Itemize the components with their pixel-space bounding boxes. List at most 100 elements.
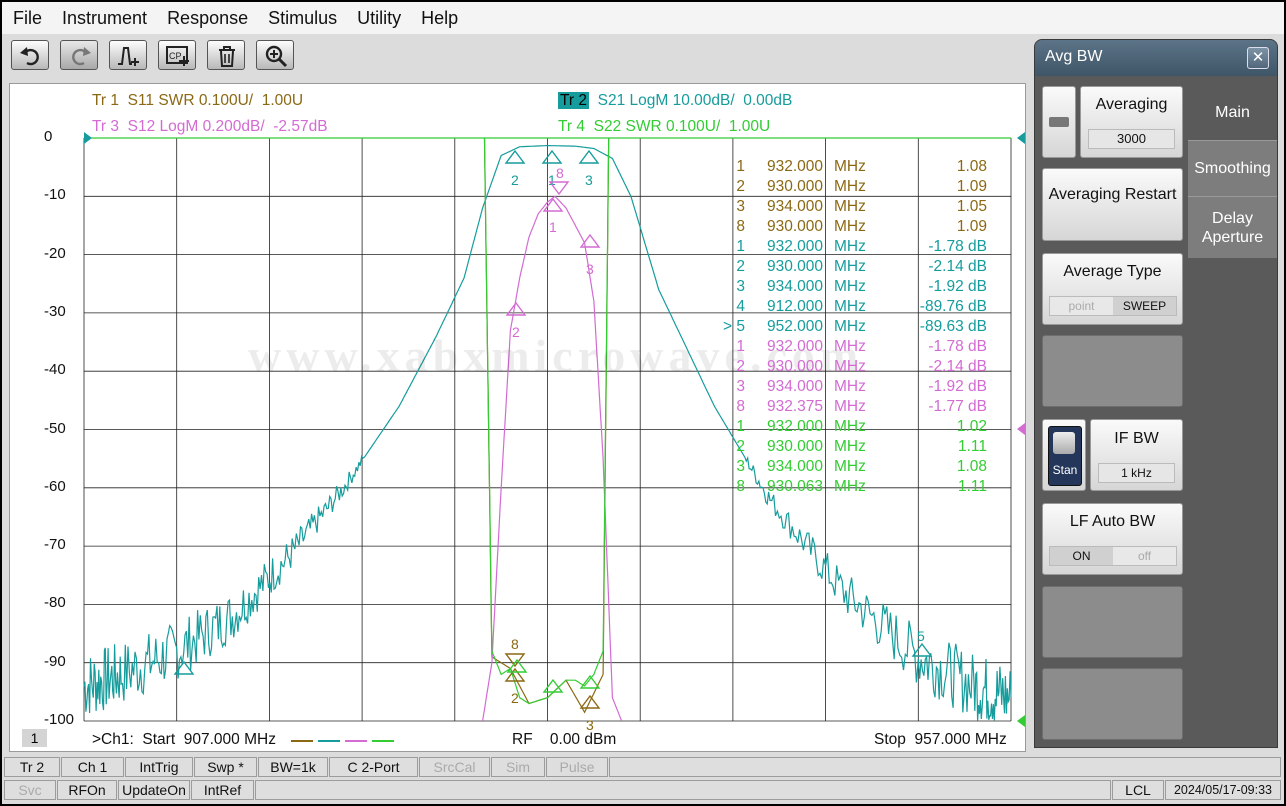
marker-row[interactable]: 1 932.000 MHz 1.08 — [705, 158, 995, 178]
trace-color-swatches — [291, 740, 394, 742]
marker-row[interactable]: 3 934.000 MHz -1.92 dB — [705, 378, 995, 398]
option-sweep[interactable]: SWEEP — [1113, 297, 1176, 315]
option-off[interactable]: off — [1113, 547, 1176, 565]
svg-text:5: 5 — [917, 628, 925, 644]
marker-symbol-tr2-1[interactable] — [541, 149, 563, 164]
averaging-value-field[interactable]: 3000 — [1088, 129, 1175, 149]
rf-power[interactable]: RF 0.00 dBm — [512, 731, 616, 749]
average-type-toggle[interactable]: point SWEEP — [1049, 296, 1177, 316]
marker-row[interactable]: 2 930.000 MHz 1.11 — [705, 438, 995, 458]
empty-softkey — [1042, 668, 1183, 740]
stop-frequency[interactable]: Stop 957.000 MHz — [874, 731, 1007, 749]
marker-unit: MHz — [834, 238, 866, 255]
marker-row[interactable]: 4 912.000 MHz -89.76 dB — [705, 298, 995, 318]
lf-auto-bw-toggle[interactable]: ON off — [1049, 546, 1177, 566]
tab-main[interactable]: Main — [1188, 86, 1277, 140]
status-lcl[interactable]: LCL — [1112, 780, 1164, 800]
marker-val: 1.11 — [957, 478, 987, 495]
marker-idx: 3 — [736, 378, 745, 395]
ref-arrow-right-tr4[interactable] — [1017, 715, 1025, 727]
y-tick-label: -30 — [44, 302, 66, 320]
marker-row[interactable]: 1 932.000 MHz -1.78 dB — [705, 338, 995, 358]
status-update-on[interactable]: UpdateOn — [118, 780, 190, 800]
marker-symbol-tr2-5[interactable] — [911, 642, 933, 657]
marker-symbol-tr2-3[interactable] — [578, 149, 600, 164]
svg-text:2: 2 — [511, 690, 519, 706]
toolbar: CP — [2, 36, 1032, 76]
lf-auto-bw-button[interactable]: LF Auto BW ON off — [1042, 503, 1183, 575]
marker-freq: 912.000 — [767, 298, 824, 315]
averaging-toggle[interactable] — [1042, 86, 1076, 158]
y-tick-label: -10 — [44, 186, 66, 204]
status-trigger[interactable]: IntTrig — [125, 757, 193, 777]
status-rf-on[interactable]: RFOn — [57, 780, 117, 800]
trace-line-tr4[interactable] — [483, 137, 610, 705]
marker-row[interactable]: > 5 952.000 MHz -89.63 dB — [705, 318, 995, 338]
menu-file[interactable]: File — [2, 2, 52, 34]
status-sweep[interactable]: Swp * — [194, 757, 257, 777]
ref-arrow-right-tr3[interactable] — [1017, 423, 1025, 435]
marker-freq: 930.000 — [767, 358, 824, 375]
option-on[interactable]: ON — [1050, 547, 1113, 565]
status-channel[interactable]: Ch 1 — [61, 757, 124, 777]
add-marker-button[interactable] — [109, 40, 147, 70]
status-trace[interactable]: Tr 2 — [4, 757, 60, 777]
if-bw-button[interactable]: IF BW 1 kHz — [1090, 419, 1183, 491]
marker-symbol-tr1-8[interactable] — [504, 653, 526, 668]
averaging-restart-button[interactable]: Averaging Restart — [1042, 168, 1183, 241]
stan-toggle-button[interactable]: Stan — [1042, 419, 1086, 491]
marker-row[interactable]: 3 934.000 MHz -1.92 dB — [705, 278, 995, 298]
ref-arrow-left[interactable] — [84, 132, 92, 144]
marker-row[interactable]: 1 932.000 MHz -1.78 dB — [705, 238, 995, 258]
marker-symbol-tr4-3[interactable] — [579, 674, 601, 689]
status-pulse[interactable]: Pulse — [546, 757, 608, 777]
option-point[interactable]: point — [1050, 297, 1113, 315]
save-screen-button[interactable]: CP — [158, 40, 196, 70]
trace-legend-tr2[interactable]: Tr 2 S21 LogM 10.00dB/ 0.00dB — [558, 92, 792, 110]
marker-row[interactable]: 3 934.000 MHz 1.08 — [705, 458, 995, 478]
trace-legend-tr4[interactable]: Tr 4 S22 SWR 0.100U/ 1.00U — [558, 118, 770, 136]
redo-button[interactable] — [60, 40, 98, 70]
marker-row[interactable]: 1 932.000 MHz 1.02 — [705, 418, 995, 438]
marker-unit: MHz — [834, 418, 866, 435]
menu-response[interactable]: Response — [157, 2, 258, 34]
trace-legend-tr3[interactable]: Tr 3 S12 LogM 0.200dB/ -2.57dB — [92, 118, 328, 136]
status-calibration[interactable]: C 2-Port — [329, 757, 418, 777]
marker-row[interactable]: 2 930.000 MHz -2.14 dB — [705, 258, 995, 278]
delete-button[interactable] — [207, 40, 245, 70]
ref-arrow-right-tr2[interactable] — [1017, 132, 1025, 144]
marker-row[interactable]: 3 934.000 MHz 1.05 — [705, 198, 995, 218]
trace-line-tr3[interactable] — [482, 195, 623, 722]
status-sim[interactable]: Sim — [491, 757, 545, 777]
marker-symbol-tr2-2[interactable] — [504, 149, 526, 164]
marker-idx: 1 — [736, 338, 745, 355]
marker-row[interactable]: 8 930.000 MHz 1.09 — [705, 218, 995, 238]
marker-row[interactable]: 2 930.000 MHz -2.14 dB — [705, 358, 995, 378]
average-type-button[interactable]: Average Type point SWEEP — [1042, 253, 1183, 325]
close-button[interactable]: ✕ — [1247, 47, 1269, 69]
status-int-ref[interactable]: IntRef — [191, 780, 254, 800]
tab-delay-aperture[interactable]: Delay Aperture — [1188, 196, 1277, 258]
averaging-button[interactable]: Averaging 3000 — [1080, 86, 1183, 158]
menu-stimulus[interactable]: Stimulus — [258, 2, 347, 34]
status-bandwidth[interactable]: BW=1k — [258, 757, 328, 777]
y-tick-label: -90 — [44, 652, 66, 670]
menu-utility[interactable]: Utility — [347, 2, 411, 34]
channel-number-box[interactable]: 1 — [22, 729, 47, 747]
if-bw-value-field[interactable]: 1 kHz — [1098, 463, 1175, 483]
start-frequency[interactable]: >Ch1: Start 907.000 MHz — [92, 731, 276, 749]
trace-legend-tr1[interactable]: Tr 1 S11 SWR 0.100U/ 1.00U — [92, 92, 303, 110]
marker-row[interactable]: 8 930.063 MHz 1.11 — [705, 478, 995, 498]
marker-val: 1.08 — [956, 158, 987, 175]
status-srccal[interactable]: SrcCal — [419, 757, 490, 777]
marker-row[interactable]: 8 932.375 MHz -1.77 dB — [705, 398, 995, 418]
tab-smoothing[interactable]: Smoothing — [1188, 140, 1277, 196]
menu-instrument[interactable]: Instrument — [52, 2, 157, 34]
marker-row[interactable]: 2 930.000 MHz 1.09 — [705, 178, 995, 198]
menu-help[interactable]: Help — [411, 2, 468, 34]
status-svc[interactable]: Svc — [4, 780, 56, 800]
trace-line-tr1[interactable] — [483, 137, 610, 714]
undo-button[interactable] — [11, 40, 49, 70]
zoom-button[interactable] — [256, 40, 294, 70]
marker-unit: MHz — [834, 438, 866, 455]
